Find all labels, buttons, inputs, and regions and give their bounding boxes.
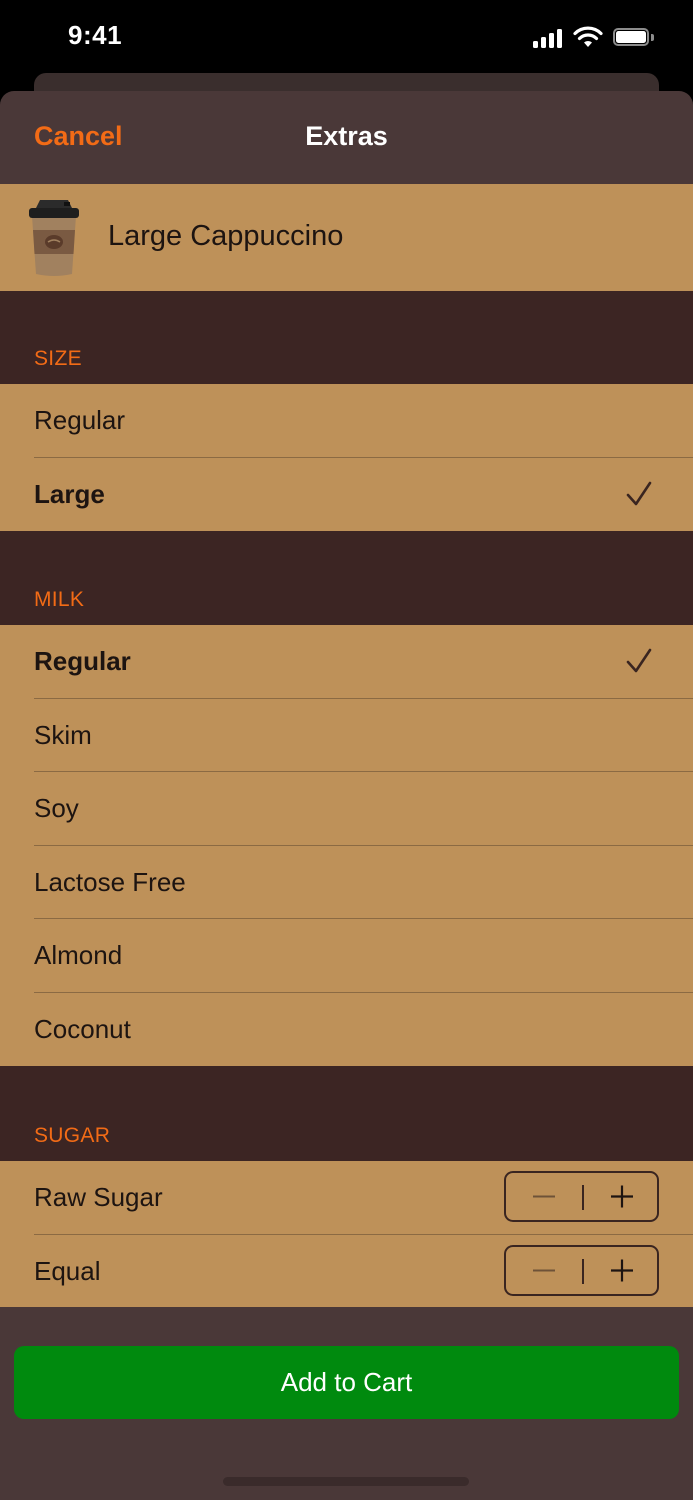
option-label: Lactose Free bbox=[34, 866, 186, 897]
size-option-large[interactable]: Large bbox=[0, 458, 693, 532]
options-list: SIZE Regular Large MILK Regular Skim Soy… bbox=[0, 291, 693, 1308]
milk-option-regular[interactable]: Regular bbox=[0, 625, 693, 699]
battery-icon bbox=[613, 28, 655, 48]
milk-option-lactose-free[interactable]: Lactose Free bbox=[0, 846, 693, 919]
raw-sugar-stepper bbox=[504, 1171, 659, 1222]
option-label: Soy bbox=[34, 793, 79, 823]
size-options: Regular Large bbox=[0, 384, 693, 531]
option-label: Raw Sugar bbox=[34, 1182, 163, 1212]
sugar-option-raw-sugar: Raw Sugar bbox=[0, 1161, 693, 1235]
decrement-button[interactable] bbox=[506, 1247, 582, 1294]
milk-option-soy[interactable]: Soy bbox=[0, 772, 693, 846]
milk-option-skim[interactable]: Skim bbox=[0, 699, 693, 772]
option-label: Coconut bbox=[34, 1013, 131, 1044]
size-option-regular[interactable]: Regular bbox=[0, 384, 693, 458]
minus-icon bbox=[533, 1269, 555, 1271]
cellular-signal-icon bbox=[533, 28, 565, 48]
product-name: Large Cappuccino bbox=[108, 220, 344, 252]
option-label: Skim bbox=[34, 719, 92, 750]
option-label: Regular bbox=[34, 646, 131, 676]
checkmark-icon bbox=[626, 481, 652, 505]
equal-stepper bbox=[504, 1244, 660, 1296]
home-indicator bbox=[223, 1477, 469, 1486]
increment-button[interactable] bbox=[584, 1247, 660, 1294]
bottom-bar: Add to Cart bbox=[0, 1307, 693, 1500]
option-label: Large bbox=[34, 478, 105, 509]
navigation-bar: Extras Cancel bbox=[0, 91, 693, 184]
product-row: Large Cappuccino bbox=[0, 184, 693, 291]
status-time: 9:41 bbox=[68, 20, 123, 50]
option-label: Regular bbox=[34, 405, 126, 435]
sugar-options: Raw Sugar Equal bbox=[0, 1161, 693, 1308]
option-label: Equal bbox=[34, 1255, 101, 1286]
sugar-option-equal: Equal bbox=[0, 1235, 693, 1309]
milk-section-header: MILK bbox=[34, 588, 85, 611]
size-section-header: SIZE bbox=[34, 347, 82, 370]
wifi-icon bbox=[573, 26, 603, 47]
minus-icon bbox=[533, 1195, 555, 1198]
milk-option-coconut[interactable]: Coconut bbox=[0, 993, 693, 1067]
coffee-cup-icon bbox=[29, 200, 79, 276]
increment-button[interactable] bbox=[584, 1173, 660, 1220]
plus-icon bbox=[611, 1185, 633, 1208]
milk-option-almond[interactable]: Almond bbox=[0, 919, 693, 993]
decrement-button[interactable] bbox=[506, 1173, 582, 1220]
option-label: Almond bbox=[34, 940, 123, 970]
extras-sheet: Extras Cancel Large Cappuccino SIZE Regu… bbox=[0, 91, 693, 1500]
add-to-cart-button[interactable]: Add to Cart bbox=[14, 1346, 679, 1419]
cancel-button[interactable]: Cancel bbox=[34, 121, 123, 152]
milk-options: Regular Skim Soy Lactose Free Almond Coc… bbox=[0, 625, 693, 1066]
status-bar: 9:41 bbox=[0, 0, 693, 76]
plus-icon bbox=[611, 1259, 633, 1281]
checkmark-icon bbox=[626, 648, 652, 673]
sugar-section-header: SUGAR bbox=[34, 1124, 111, 1147]
